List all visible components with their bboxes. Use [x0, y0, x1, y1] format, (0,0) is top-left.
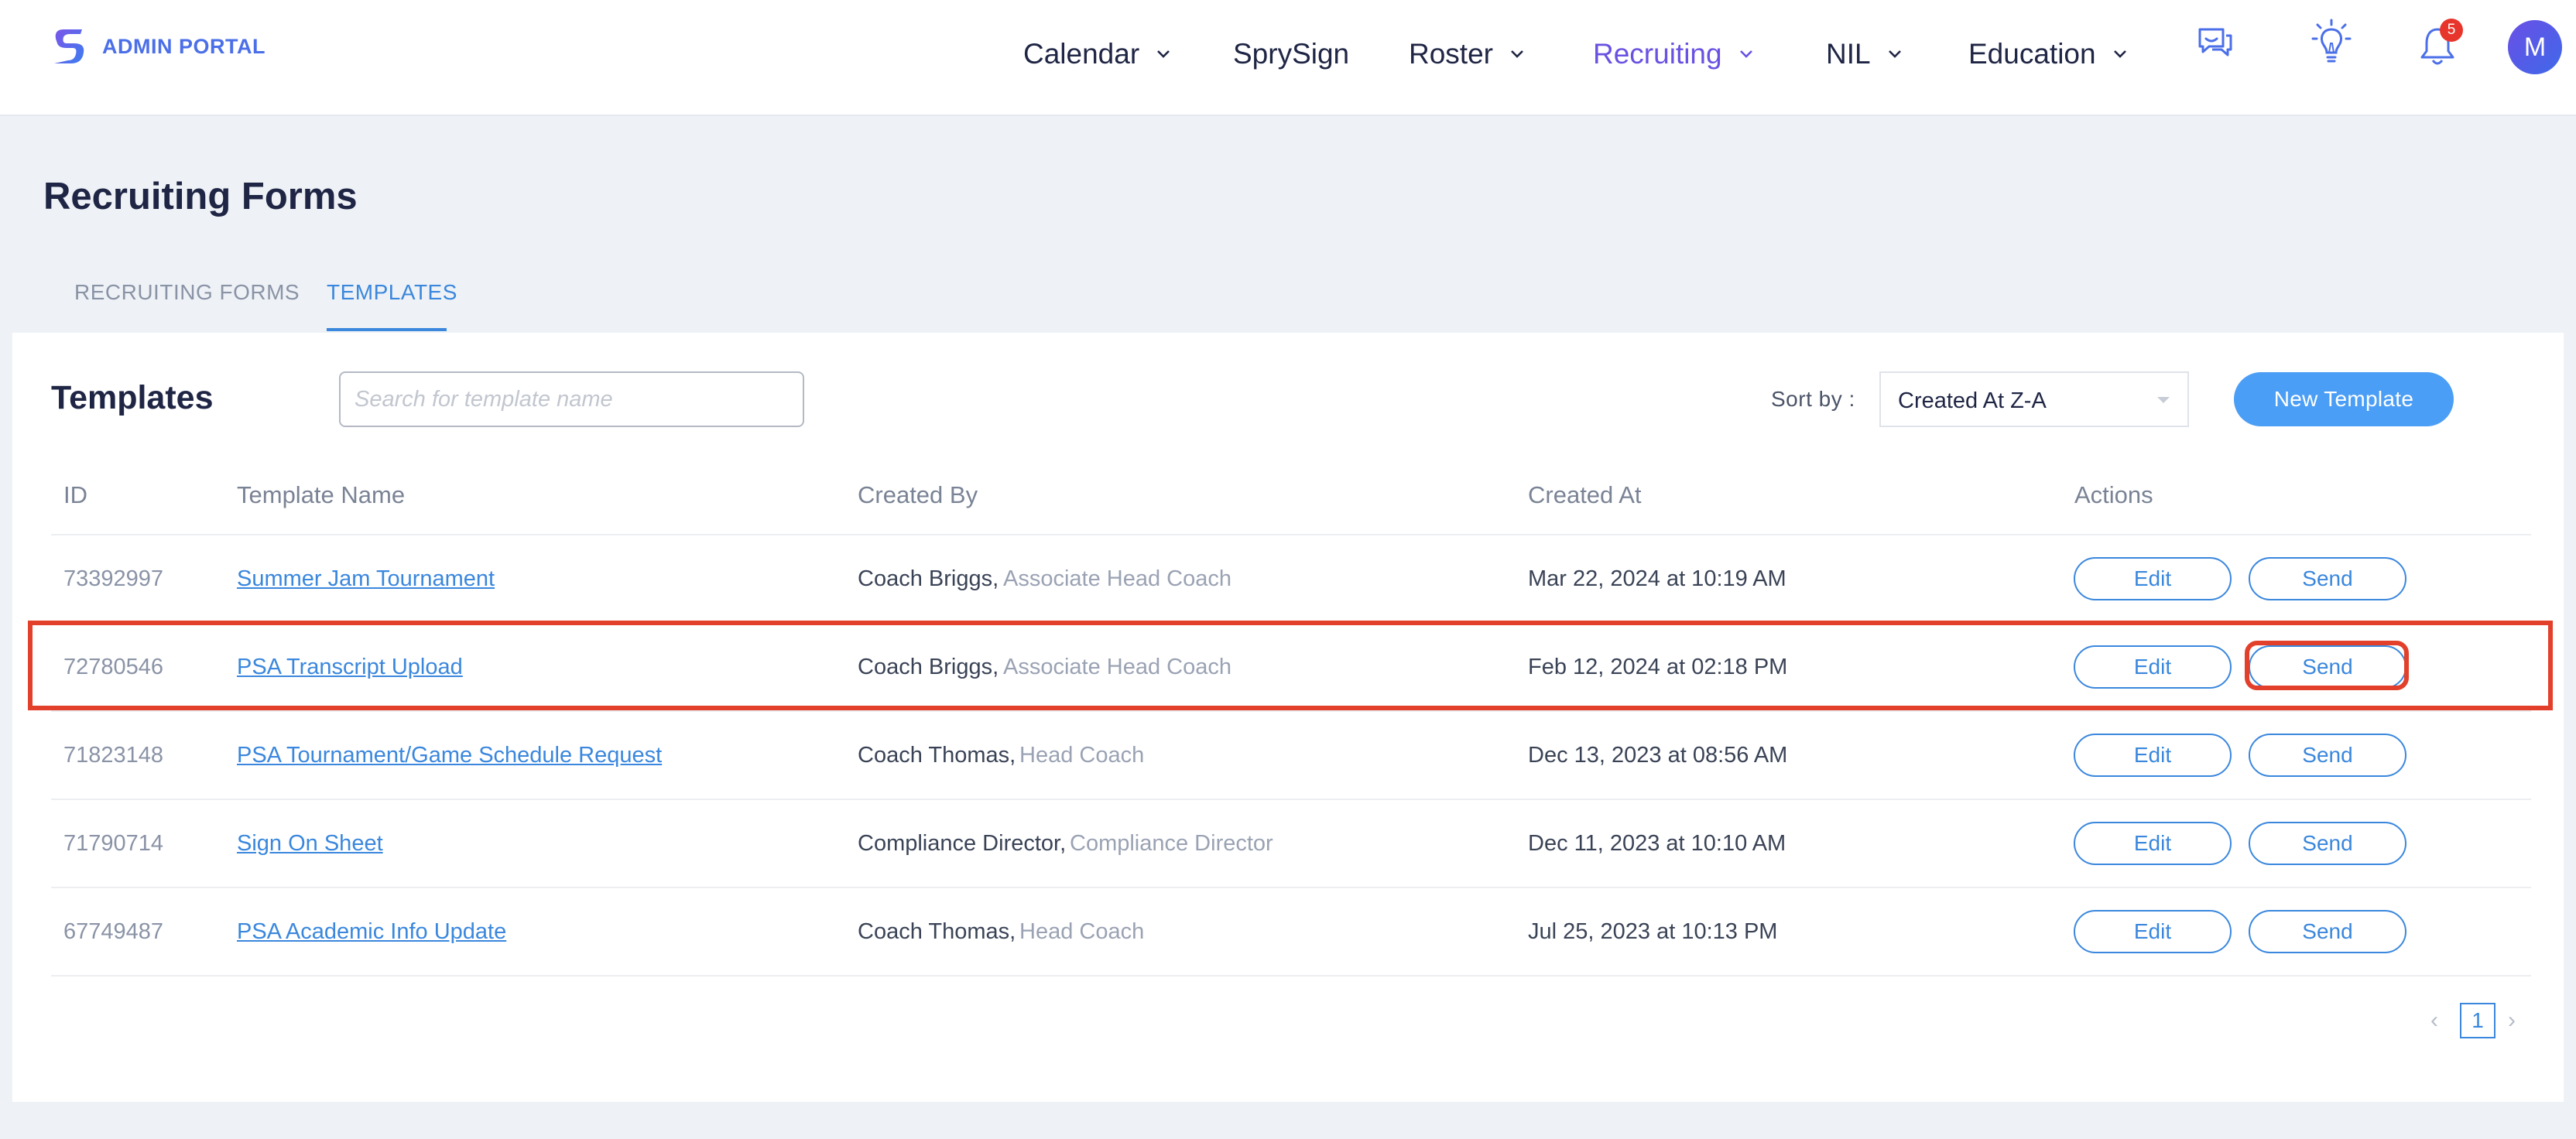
- chevron-down-icon: [1511, 50, 1523, 58]
- tab-recruiting-forms[interactable]: RECRUITING FORMS: [74, 280, 300, 305]
- nav-nil[interactable]: NIL: [1826, 0, 1902, 108]
- chevron-down-icon: [2113, 50, 2126, 58]
- created-at: Jul 25, 2023 at 10:13 PM: [1528, 919, 1778, 944]
- pagination-prev[interactable]: ‹: [2430, 1007, 2438, 1034]
- pagination-current-page[interactable]: 1: [2460, 1003, 2496, 1038]
- nav-nil-label: NIL: [1826, 38, 1871, 70]
- tab-templates[interactable]: TEMPLATES: [327, 280, 457, 305]
- created-by-role: Associate Head Coach: [1003, 655, 1231, 679]
- chat-icon[interactable]: [2195, 25, 2235, 65]
- brand-name: ADMIN PORTAL: [102, 34, 265, 58]
- template-name-link[interactable]: PSA Tournament/Game Schedule Request: [237, 743, 662, 768]
- created-at: Dec 13, 2023 at 08:56 AM: [1528, 743, 1788, 768]
- sort-label: Sort by :: [1771, 387, 1855, 411]
- section-title: Templates: [51, 379, 214, 416]
- template-name-link[interactable]: PSA Academic Info Update: [237, 919, 506, 945]
- avatar[interactable]: M: [2508, 20, 2562, 74]
- send-button[interactable]: Send: [2249, 645, 2406, 689]
- nav-recruiting-label: Recruiting: [1593, 38, 1722, 70]
- column-header-created-by: Created By: [858, 481, 978, 508]
- lightbulb-icon[interactable]: [2310, 19, 2353, 65]
- row-id: 72780546: [63, 655, 164, 679]
- row-id: 67749487: [63, 919, 164, 944]
- column-header-template-name: Template Name: [237, 481, 406, 508]
- nav-education[interactable]: Education: [1968, 0, 2127, 108]
- notification-badge: 5: [2440, 19, 2463, 42]
- brand-logo[interactable]: ADMIN PORTAL: [51, 26, 265, 67]
- created-at: Dec 11, 2023 at 10:10 AM: [1528, 831, 1786, 856]
- edit-button[interactable]: Edit: [2074, 557, 2232, 600]
- search-input[interactable]: [339, 371, 804, 427]
- row-divider: [51, 710, 2531, 712]
- row-divider: [51, 622, 2531, 624]
- row-id: 71823148: [63, 743, 164, 768]
- chevron-down-icon: [1157, 50, 1170, 58]
- nav-calendar-label: Calendar: [1023, 38, 1140, 70]
- nav-roster[interactable]: Roster: [1409, 0, 1524, 108]
- nav-recruiting[interactable]: Recruiting: [1593, 0, 1753, 108]
- chevron-down-icon: [1739, 50, 1752, 58]
- row-divider: [51, 887, 2531, 888]
- template-name-link[interactable]: PSA Transcript Upload: [237, 655, 463, 680]
- send-button[interactable]: Send: [2249, 557, 2406, 600]
- sort-value: Created At Z-A: [1898, 388, 2047, 413]
- created-by-role: Head Coach: [1019, 919, 1145, 944]
- row-divider: [51, 975, 2531, 977]
- send-button[interactable]: Send: [2249, 910, 2406, 953]
- nav-sprysign-label: SprySign: [1233, 38, 1350, 70]
- edit-button[interactable]: Edit: [2074, 645, 2232, 689]
- created-by-name: Coach Briggs,: [858, 655, 999, 679]
- column-header-actions: Actions: [2074, 481, 2153, 508]
- edit-button[interactable]: Edit: [2074, 734, 2232, 777]
- edit-button[interactable]: Edit: [2074, 910, 2232, 953]
- row-id: 73392997: [63, 566, 164, 591]
- pagination-next[interactable]: ›: [2508, 1007, 2516, 1034]
- nav-education-label: Education: [1968, 38, 2096, 70]
- created-by-role: Compliance Director: [1070, 831, 1273, 856]
- chevron-down-icon: [1888, 50, 1901, 58]
- created-by-name: Coach Briggs,: [858, 566, 999, 591]
- created-by-name: Coach Thomas,: [858, 743, 1016, 768]
- template-name-link[interactable]: Sign On Sheet: [237, 831, 383, 857]
- nav-sprysign[interactable]: SprySign: [1233, 0, 1349, 108]
- column-header-created-at: Created At: [1528, 481, 1642, 508]
- created-at: Feb 12, 2024 at 02:18 PM: [1528, 655, 1788, 679]
- created-by-role: Associate Head Coach: [1003, 566, 1231, 591]
- edit-button[interactable]: Edit: [2074, 822, 2232, 865]
- created-by-name: Compliance Director,: [858, 831, 1067, 856]
- new-template-button[interactable]: New Template: [2234, 372, 2454, 426]
- row-id: 71790714: [63, 831, 164, 856]
- templates-card: [12, 333, 2564, 1102]
- header-divider: [51, 534, 2531, 535]
- caret-down-icon: [2157, 397, 2170, 403]
- sort-select[interactable]: Created At Z-A: [1879, 371, 2189, 427]
- created-at: Mar 22, 2024 at 10:19 AM: [1528, 566, 1786, 591]
- nav-roster-label: Roster: [1409, 38, 1493, 70]
- row-divider: [51, 799, 2531, 800]
- template-name-link[interactable]: Summer Jam Tournament: [237, 566, 495, 592]
- send-button[interactable]: Send: [2249, 734, 2406, 777]
- send-button[interactable]: Send: [2249, 822, 2406, 865]
- active-tab-indicator: [327, 328, 447, 331]
- created-by-role: Head Coach: [1019, 743, 1145, 768]
- created-by-name: Coach Thomas,: [858, 919, 1016, 944]
- column-header-id: ID: [63, 481, 87, 508]
- logo-icon: [54, 29, 84, 63]
- page-title: Recruiting Forms: [43, 176, 358, 217]
- top-navbar: ADMIN PORTAL Calendar SprySign Roster Re…: [0, 0, 2576, 116]
- nav-calendar[interactable]: Calendar: [1023, 0, 1170, 108]
